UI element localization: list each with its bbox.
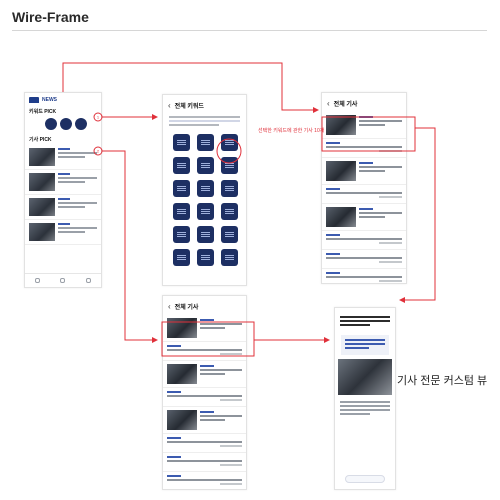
list-item[interactable] bbox=[322, 112, 406, 139]
back-chevron-icon[interactable]: ‹ bbox=[168, 101, 171, 110]
list-item[interactable] bbox=[322, 204, 406, 231]
keyword-tile[interactable] bbox=[221, 180, 238, 197]
article-thumbnail bbox=[29, 173, 55, 191]
list-item[interactable] bbox=[322, 269, 406, 283]
custom-view-annotation: 기사 전문 커스텀 뷰 bbox=[397, 375, 488, 387]
profile-tab-icon[interactable] bbox=[85, 278, 91, 283]
list-item[interactable] bbox=[163, 434, 246, 453]
original-link-button[interactable] bbox=[345, 475, 385, 483]
article-thumbnail bbox=[29, 148, 55, 166]
title-divider bbox=[12, 30, 487, 31]
keyword-pick-label: 키워드 PICK bbox=[29, 109, 57, 115]
article-thumbnail bbox=[326, 207, 356, 227]
keyword-tile[interactable] bbox=[173, 180, 190, 197]
article-thumbnail bbox=[167, 364, 197, 384]
screen-title: 전체 기사 bbox=[333, 102, 358, 108]
keyword-tile[interactable] bbox=[173, 157, 190, 174]
list-item[interactable] bbox=[163, 453, 246, 472]
keyword-circles bbox=[25, 117, 101, 133]
back-chevron-icon[interactable]: ‹ bbox=[327, 99, 330, 108]
article-thumbnail bbox=[167, 410, 197, 430]
keyword-circle[interactable] bbox=[60, 118, 72, 130]
article-thumbnail bbox=[167, 318, 197, 338]
list-item[interactable] bbox=[163, 361, 246, 388]
article-detail-screen-wireframe bbox=[334, 307, 396, 490]
app-logo: NEWS bbox=[25, 93, 101, 105]
screen-title: 전체 키워드 bbox=[174, 104, 204, 110]
arrow-main-to-list-bottom bbox=[102, 150, 158, 343]
keyword-tile[interactable] bbox=[221, 203, 238, 220]
list-item[interactable] bbox=[322, 231, 406, 250]
list-item[interactable] bbox=[163, 342, 246, 361]
list-item[interactable] bbox=[163, 315, 246, 342]
keyword-circle[interactable] bbox=[45, 118, 57, 130]
list-item[interactable] bbox=[163, 388, 246, 407]
keyword-tile[interactable] bbox=[197, 226, 214, 243]
article-list-screen-wireframe: ‹ 전체 기사 bbox=[162, 295, 247, 490]
article-thumbnail bbox=[29, 198, 55, 216]
keyword-tile[interactable] bbox=[197, 134, 214, 151]
article-thumbnail bbox=[326, 115, 356, 135]
article-thumbnail bbox=[326, 161, 356, 181]
news-logo-icon bbox=[29, 97, 39, 103]
home-tab-icon[interactable] bbox=[35, 278, 41, 283]
keyword-tile[interactable] bbox=[173, 134, 190, 151]
list-item[interactable] bbox=[322, 185, 406, 204]
keyword-tile[interactable] bbox=[197, 249, 214, 266]
article-headline bbox=[335, 308, 395, 331]
list-item[interactable] bbox=[163, 407, 246, 434]
list-item[interactable] bbox=[322, 139, 406, 158]
list-item[interactable] bbox=[25, 220, 101, 245]
article-thumbnail bbox=[29, 223, 55, 241]
page-title: Wire-Frame bbox=[12, 9, 89, 25]
keyword-grid bbox=[163, 132, 246, 268]
article-pick-label: 기사 PICK bbox=[29, 137, 52, 143]
keyword-tile[interactable] bbox=[221, 249, 238, 266]
bookmark-tab-icon[interactable] bbox=[60, 278, 66, 283]
keyword-screen-wireframe: ‹ 전체 키워드 bbox=[162, 94, 247, 286]
logo-text: NEWS bbox=[42, 97, 57, 103]
article-summary-box bbox=[341, 335, 389, 355]
article-body bbox=[335, 399, 395, 419]
list-item[interactable] bbox=[322, 158, 406, 185]
keyword-tile[interactable] bbox=[173, 249, 190, 266]
keyword-articles-annotation: 선택한 키워드에 관한 기사 10개 bbox=[258, 128, 325, 134]
list-item[interactable] bbox=[163, 472, 246, 489]
keyword-tile[interactable] bbox=[197, 157, 214, 174]
list-item[interactable] bbox=[322, 250, 406, 269]
list-item[interactable] bbox=[25, 195, 101, 220]
keyword-tile[interactable] bbox=[173, 226, 190, 243]
keyword-tile[interactable] bbox=[221, 157, 238, 174]
keyword-intro-text bbox=[169, 116, 240, 126]
keyword-tile[interactable] bbox=[197, 203, 214, 220]
list-item[interactable] bbox=[25, 145, 101, 170]
keyword-tile[interactable] bbox=[221, 226, 238, 243]
article-photo bbox=[338, 359, 392, 395]
keyword-tile[interactable] bbox=[197, 180, 214, 197]
main-screen-wireframe: NEWS 키워드 PICK 기사 PICK bbox=[24, 92, 102, 288]
keyword-circle[interactable] bbox=[75, 118, 87, 130]
bottom-tab-bar bbox=[25, 273, 101, 287]
back-chevron-icon[interactable]: ‹ bbox=[168, 302, 171, 311]
screen-title: 전체 기사 bbox=[174, 305, 199, 311]
keyword-tile[interactable] bbox=[221, 134, 238, 151]
keyword-tile[interactable] bbox=[173, 203, 190, 220]
article-list-screen-wireframe: ‹ 전체 기사 bbox=[321, 92, 407, 284]
list-item[interactable] bbox=[25, 170, 101, 195]
